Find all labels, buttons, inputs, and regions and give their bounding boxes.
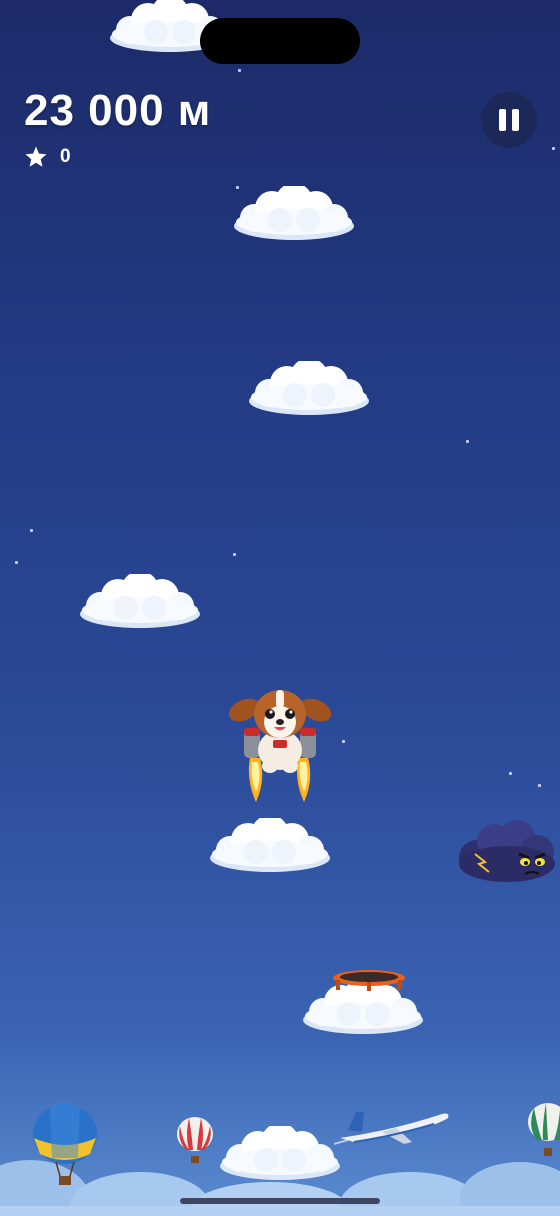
sky-star — [552, 147, 555, 150]
sky-star — [15, 561, 18, 564]
camera-notch — [200, 18, 360, 64]
pause-icon — [499, 109, 506, 131]
cloud-platform — [80, 574, 200, 628]
game-scene[interactable]: 23 000 м 0 — [0, 0, 560, 1216]
hot-air-balloon-red-white — [177, 1117, 213, 1163]
sky-star — [30, 529, 33, 532]
cloud-platform — [234, 186, 354, 240]
star-counter: 0 — [24, 145, 71, 169]
star-count: 0 — [60, 146, 71, 167]
hot-air-balloon-green — [528, 1103, 560, 1156]
sky-star — [509, 772, 512, 775]
home-indicator[interactable] — [180, 1198, 380, 1204]
sky-star — [238, 69, 241, 72]
dog-player — [228, 690, 332, 802]
altitude-readout: 23 000 м — [24, 86, 212, 135]
cloud-platform — [249, 361, 369, 415]
airplane — [334, 1112, 449, 1145]
sky-star — [466, 440, 469, 443]
hot-air-balloon-blue-yellow — [33, 1103, 97, 1185]
pause-button[interactable] — [481, 92, 537, 148]
sky-star — [538, 784, 541, 787]
cloud-platform — [210, 818, 330, 872]
storm-cloud-enemy — [459, 820, 555, 882]
star-icon — [25, 146, 47, 167]
sky-star — [342, 740, 345, 743]
sky-star — [233, 553, 236, 556]
trampoline-powerup — [333, 970, 405, 991]
